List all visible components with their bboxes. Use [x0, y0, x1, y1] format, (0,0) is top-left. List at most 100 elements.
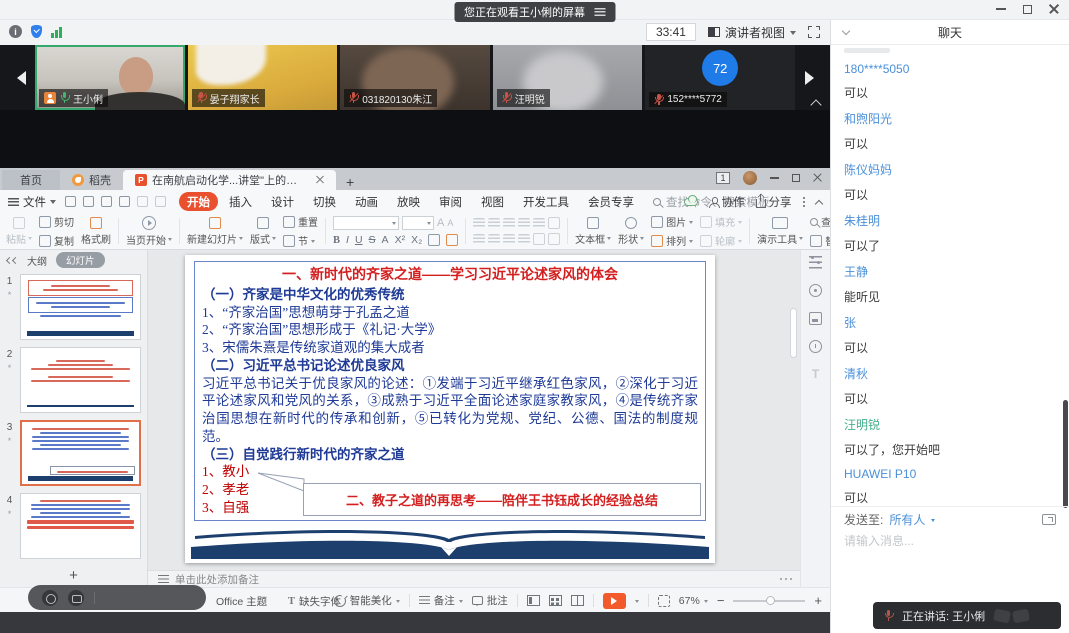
zoom-slider-knob[interactable]	[766, 596, 775, 605]
text-effect-icon[interactable]	[446, 234, 458, 246]
menu-item-review[interactable]: 审阅	[431, 192, 470, 211]
font-name-select[interactable]	[333, 216, 399, 230]
notes-button[interactable]: 备注	[419, 593, 463, 608]
chat-input[interactable]: 请输入消息...	[844, 532, 914, 549]
normal-view-icon[interactable]	[527, 595, 540, 606]
close-icon[interactable]	[1049, 4, 1059, 14]
reading-view-icon[interactable]	[571, 595, 584, 606]
font-size-select[interactable]	[402, 216, 434, 230]
arrange-button[interactable]: 排列	[651, 233, 693, 248]
minimize-icon[interactable]	[996, 8, 1006, 10]
tab-home[interactable]: 首页	[2, 170, 60, 190]
menu-item-animation[interactable]: 动画	[347, 192, 386, 211]
wps-close-icon[interactable]	[813, 174, 822, 183]
share-control-icon[interactable]	[68, 590, 84, 606]
subscript-button[interactable]: X₂	[411, 234, 422, 246]
menu-item-insert[interactable]: 插入	[221, 192, 260, 211]
video-tile[interactable]: 王小俐	[35, 45, 185, 110]
play-options-icon[interactable]	[635, 600, 639, 605]
current-slide[interactable]: 一、新时代的齐家之道——学习习近平论述家风的体会 （一）齐家是中华文化的优秀传统…	[185, 255, 715, 563]
zoom-slider[interactable]	[733, 600, 805, 602]
print-icon[interactable]	[83, 196, 94, 207]
more-options-icon[interactable]	[803, 201, 806, 204]
copy-button[interactable]: 复制	[39, 233, 74, 248]
animation-pane-icon[interactable]	[809, 312, 822, 325]
slide-scrollbar[interactable]	[790, 308, 797, 358]
menu-item-slideshow[interactable]: 放映	[389, 192, 428, 211]
picture-button[interactable]: 图片	[651, 214, 693, 229]
user-avatar[interactable]	[743, 171, 757, 185]
slide-thumbnail[interactable]: 2*	[2, 347, 141, 413]
superscript-button[interactable]: X²	[395, 234, 406, 246]
italic-button[interactable]: I	[346, 234, 349, 246]
slide-thumbnail[interactable]: 4*	[2, 493, 141, 559]
slide-sorter-icon[interactable]	[549, 595, 562, 606]
chat-scrollbar[interactable]	[1063, 400, 1068, 508]
add-slide-button[interactable]: +	[0, 567, 147, 584]
underline-button[interactable]: U	[355, 234, 363, 246]
chevron-down-icon[interactable]	[931, 519, 935, 524]
strikethrough-button[interactable]: S	[369, 234, 376, 246]
video-tile[interactable]: 031820130朱江	[340, 45, 490, 110]
smart-beautify-button[interactable]: 智能美化	[334, 593, 400, 608]
scroll-left-button[interactable]	[0, 45, 35, 110]
fullscreen-icon[interactable]	[808, 26, 820, 38]
tab-document[interactable]: P 在南航启动化学...讲堂"上的发言	[123, 170, 336, 190]
video-tile[interactable]: 汪明锐	[493, 45, 643, 110]
cloud-sync-icon[interactable]	[684, 198, 698, 206]
collapse-panel-icon[interactable]	[7, 258, 18, 263]
output-pdf-icon[interactable]	[119, 196, 130, 207]
collaborate-button[interactable]: 协作	[709, 194, 745, 210]
zoom-in-button[interactable]: +	[814, 596, 822, 606]
collapse-ribbon-icon[interactable]	[815, 199, 823, 207]
video-tile[interactable]: 72 152****5772	[645, 45, 795, 110]
shapes-button[interactable]: 形状	[618, 217, 644, 246]
tab-slides[interactable]: 幻灯片	[56, 252, 105, 268]
comments-button[interactable]: 批注	[472, 593, 508, 608]
new-tab-button[interactable]: +	[336, 174, 364, 190]
menu-item-devtools[interactable]: 开发工具	[515, 192, 577, 211]
save-icon[interactable]	[65, 196, 76, 207]
slide-text-frame[interactable]: 一、新时代的齐家之道——学习习近平论述家风的体会 （一）齐家是中华文化的优秀传统…	[194, 261, 706, 521]
present-tools-button[interactable]: 演示工具	[757, 217, 803, 246]
replace-button[interactable]: 替换	[810, 233, 830, 248]
print-preview-icon[interactable]	[101, 196, 112, 207]
rehearse-timer-icon[interactable]	[809, 340, 822, 353]
send-to-selector[interactable]: 所有人	[889, 511, 925, 528]
close-tab-icon[interactable]	[316, 176, 324, 184]
wps-restore-icon[interactable]	[792, 174, 800, 182]
cut-button[interactable]: 剪切	[39, 214, 74, 229]
menu-item-design[interactable]: 设计	[263, 192, 302, 211]
fit-slide-icon[interactable]	[658, 595, 670, 607]
layout-button[interactable]: 版式	[250, 217, 276, 246]
popout-chat-icon[interactable]	[1042, 514, 1056, 525]
bold-button[interactable]: B	[333, 235, 340, 246]
window-badge[interactable]: 1	[716, 172, 730, 184]
object-properties-icon[interactable]	[809, 256, 822, 269]
play-from-current-button[interactable]: 当页开始	[126, 216, 172, 247]
wps-minimize-icon[interactable]	[770, 177, 779, 179]
file-menu[interactable]: 文件	[8, 194, 56, 210]
new-slide-button[interactable]: 新建幻灯片	[187, 217, 243, 246]
textbox-button[interactable]: 文本框	[575, 217, 611, 246]
chat-message-list[interactable]: 180****5050 可以 和煦阳光 可以 陈仪妈妈 可以 朱桂明 可以了 王…	[831, 45, 1069, 506]
beautify-icon[interactable]	[809, 284, 822, 297]
share-button[interactable]: 分享	[756, 194, 792, 210]
tab-docer[interactable]: 稻壳	[60, 170, 123, 190]
reset-button[interactable]: 重置	[283, 214, 318, 229]
zoom-level[interactable]: 67%	[679, 595, 708, 607]
video-tile[interactable]: 晏子翔家长	[188, 45, 338, 110]
meeting-info-icon[interactable]: i	[9, 25, 22, 38]
meeting-floating-toolbar[interactable]	[28, 585, 206, 610]
security-shield-icon[interactable]	[31, 25, 42, 38]
slide-thumbnail-selected[interactable]: 3*	[2, 420, 141, 486]
annotate-icon[interactable]	[42, 590, 58, 606]
section-button[interactable]: 节	[283, 233, 318, 248]
clear-format-icon[interactable]	[428, 234, 440, 246]
view-mode-dropdown[interactable]: 演讲者视图	[708, 24, 796, 41]
menu-item-view[interactable]: 视图	[473, 192, 512, 211]
slide-thumbnail[interactable]: 1*	[2, 274, 141, 340]
zoom-out-button[interactable]: −	[717, 596, 725, 606]
font-color-button[interactable]: A	[382, 234, 389, 246]
find-button[interactable]: 查找	[810, 214, 830, 229]
